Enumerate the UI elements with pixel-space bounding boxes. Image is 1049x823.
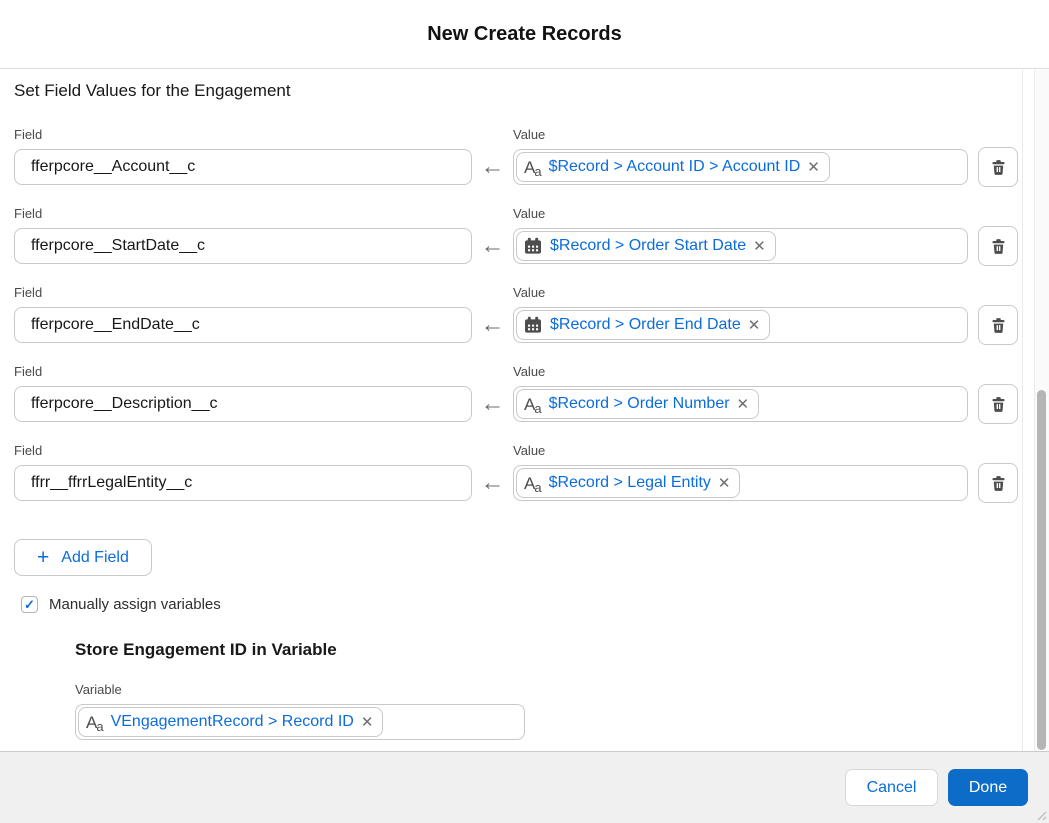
value-label: Value bbox=[513, 206, 968, 221]
cancel-button[interactable]: Cancel bbox=[845, 769, 938, 806]
field-value-row: Field fferpcore__EndDate__c ← Value $Rec… bbox=[14, 285, 1034, 343]
value-pill-text: $Record > Order Start Date bbox=[550, 237, 746, 255]
store-variable-heading: Store Engagement ID in Variable bbox=[75, 639, 1034, 660]
resize-grip-icon[interactable] bbox=[1035, 809, 1047, 821]
value-label: Value bbox=[513, 285, 968, 300]
value-pill[interactable]: Aa $Record > Order Number ✕ bbox=[516, 389, 759, 419]
trash-icon bbox=[990, 396, 1007, 413]
value-input[interactable]: Aa $Record > Order Number ✕ bbox=[513, 386, 968, 422]
delete-row-button[interactable] bbox=[978, 147, 1018, 187]
value-input[interactable]: $Record > Order End Date ✕ bbox=[513, 307, 968, 343]
text-type-icon: Aa bbox=[86, 714, 103, 731]
scrollbar-thumb[interactable] bbox=[1037, 390, 1046, 750]
variable-label: Variable bbox=[75, 682, 1034, 697]
field-label: Field bbox=[14, 127, 472, 142]
field-input-text: ffrr__ffrrLegalEntity__c bbox=[15, 474, 192, 492]
dialog-title: New Create Records bbox=[427, 23, 622, 46]
field-value-row: Field fferpcore__Account__c ← Value Aa $… bbox=[14, 127, 1034, 185]
dialog-body: Set Field Values for the Engagement Fiel… bbox=[0, 70, 1049, 751]
remove-icon[interactable]: ✕ bbox=[718, 476, 731, 491]
dialog-header: New Create Records bbox=[0, 0, 1049, 69]
arrow-left-icon: ← bbox=[472, 149, 513, 185]
variable-pill[interactable]: Aa VEngagementRecord > Record ID ✕ bbox=[78, 707, 383, 737]
value-pill[interactable]: $Record > Order End Date ✕ bbox=[516, 310, 770, 340]
add-field-label: Add Field bbox=[61, 549, 129, 567]
value-label: Value bbox=[513, 364, 968, 379]
remove-icon[interactable]: ✕ bbox=[748, 318, 761, 333]
arrow-left-icon: ← bbox=[472, 228, 513, 264]
field-label: Field bbox=[14, 364, 472, 379]
value-pill-text: $Record > Account ID > Account ID bbox=[549, 158, 801, 176]
variable-input[interactable]: Aa VEngagementRecord > Record ID ✕ bbox=[75, 704, 525, 740]
value-label: Value bbox=[513, 127, 968, 142]
value-pill[interactable]: Aa $Record > Account ID > Account ID ✕ bbox=[516, 152, 830, 182]
arrow-left-icon: ← bbox=[472, 465, 513, 501]
add-field-button[interactable]: + Add Field bbox=[14, 539, 152, 576]
arrow-left-icon: ← bbox=[472, 307, 513, 343]
field-input-text: fferpcore__EndDate__c bbox=[15, 316, 200, 334]
field-label: Field bbox=[14, 443, 472, 458]
field-input-text: fferpcore__StartDate__c bbox=[15, 237, 205, 255]
calendar-icon bbox=[524, 237, 542, 255]
trash-icon bbox=[990, 238, 1007, 255]
remove-icon[interactable]: ✕ bbox=[361, 715, 374, 730]
field-value-row: Field ffrr__ffrrLegalEntity__c ← Value A… bbox=[14, 443, 1034, 501]
field-input-text: fferpcore__Account__c bbox=[15, 158, 195, 176]
remove-icon[interactable]: ✕ bbox=[753, 239, 766, 254]
section-heading: Set Field Values for the Engagement bbox=[14, 81, 1034, 101]
field-label: Field bbox=[14, 285, 472, 300]
value-pill-text: $Record > Legal Entity bbox=[549, 474, 711, 492]
value-pill[interactable]: Aa $Record > Legal Entity ✕ bbox=[516, 468, 740, 498]
manually-assign-variables-row: ✓ Manually assign variables bbox=[21, 596, 1034, 613]
text-type-icon: Aa bbox=[524, 159, 541, 176]
value-pill-text: $Record > Order End Date bbox=[550, 316, 741, 334]
variable-pill-text: VEngagementRecord > Record ID bbox=[111, 713, 354, 731]
content-right-border bbox=[1022, 70, 1023, 751]
value-input[interactable]: Aa $Record > Account ID > Account ID ✕ bbox=[513, 149, 968, 185]
manually-assign-variables-checkbox[interactable]: ✓ bbox=[21, 596, 38, 613]
field-input[interactable]: fferpcore__StartDate__c bbox=[14, 228, 472, 264]
calendar-icon bbox=[524, 316, 542, 334]
field-input[interactable]: fferpcore__Account__c bbox=[14, 149, 472, 185]
scrollbar-track[interactable] bbox=[1034, 70, 1049, 751]
trash-icon bbox=[990, 475, 1007, 492]
field-value-row: Field fferpcore__Description__c ← Value … bbox=[14, 364, 1034, 422]
store-variable-section: Store Engagement ID in Variable Variable… bbox=[75, 639, 1034, 740]
delete-row-button[interactable] bbox=[978, 226, 1018, 266]
remove-icon[interactable]: ✕ bbox=[807, 160, 820, 175]
remove-icon[interactable]: ✕ bbox=[737, 397, 750, 412]
field-rows: Field fferpcore__Account__c ← Value Aa $… bbox=[14, 127, 1034, 501]
done-button[interactable]: Done bbox=[948, 769, 1028, 806]
value-pill-text: $Record > Order Number bbox=[549, 395, 730, 413]
field-input[interactable]: ffrr__ffrrLegalEntity__c bbox=[14, 465, 472, 501]
trash-icon bbox=[990, 159, 1007, 176]
value-pill[interactable]: $Record > Order Start Date ✕ bbox=[516, 231, 776, 261]
value-input[interactable]: $Record > Order Start Date ✕ bbox=[513, 228, 968, 264]
text-type-icon: Aa bbox=[524, 475, 541, 492]
trash-icon bbox=[990, 317, 1007, 334]
arrow-left-icon: ← bbox=[472, 386, 513, 422]
delete-row-button[interactable] bbox=[978, 305, 1018, 345]
new-create-records-dialog: New Create Records Set Field Values for … bbox=[0, 0, 1049, 823]
field-label: Field bbox=[14, 206, 472, 221]
text-type-icon: Aa bbox=[524, 396, 541, 413]
field-input[interactable]: fferpcore__Description__c bbox=[14, 386, 472, 422]
delete-row-button[interactable] bbox=[978, 384, 1018, 424]
dialog-footer: Cancel Done bbox=[0, 751, 1049, 823]
field-value-row: Field fferpcore__StartDate__c ← Value $R… bbox=[14, 206, 1034, 264]
field-input-text: fferpcore__Description__c bbox=[15, 395, 217, 413]
value-input[interactable]: Aa $Record > Legal Entity ✕ bbox=[513, 465, 968, 501]
delete-row-button[interactable] bbox=[978, 463, 1018, 503]
value-label: Value bbox=[513, 443, 968, 458]
manually-assign-variables-label: Manually assign variables bbox=[49, 596, 221, 613]
field-input[interactable]: fferpcore__EndDate__c bbox=[14, 307, 472, 343]
checkmark-icon: ✓ bbox=[24, 598, 35, 611]
plus-icon: + bbox=[37, 547, 49, 568]
